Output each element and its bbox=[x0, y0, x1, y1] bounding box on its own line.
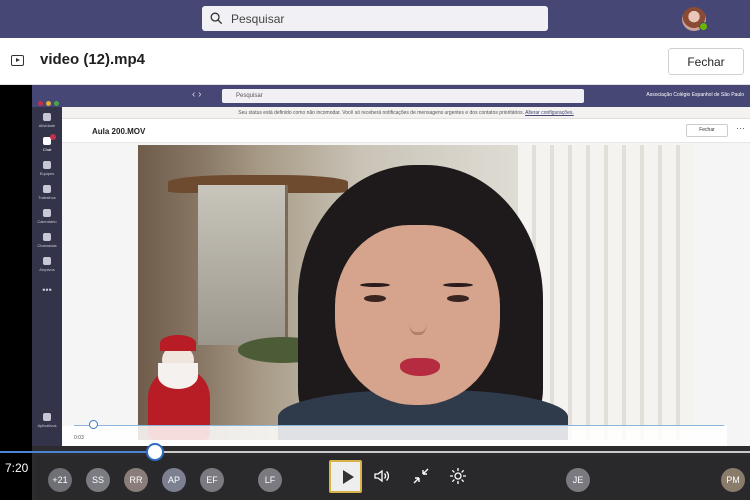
inner-top-bar: ‹ › Pesquisar Associação Colégio Espanho… bbox=[32, 85, 750, 107]
curtain bbox=[518, 145, 694, 440]
chip-label: AP bbox=[167, 475, 180, 485]
video-file-icon bbox=[11, 55, 24, 66]
video-frame-teams-screenshot: ‹ › Pesquisar Associação Colégio Espanho… bbox=[32, 85, 750, 500]
inner-progress-knob bbox=[89, 420, 98, 429]
inner-time: 0:03 bbox=[74, 435, 84, 441]
inner-app-rail: Atividade Chat Equipes Trabalhos Calendá… bbox=[32, 107, 62, 500]
rail-activity: Atividade bbox=[32, 113, 62, 128]
participant-overflow-chip: +21 bbox=[48, 468, 72, 492]
rail-chat: Chat bbox=[32, 134, 62, 152]
rail-label: Chat bbox=[42, 147, 52, 152]
rail-label: Calendário bbox=[37, 219, 57, 224]
inner-close-button: Fechar bbox=[686, 124, 728, 137]
assignments-icon bbox=[43, 185, 51, 193]
video-player[interactable]: ‹ › Pesquisar Associação Colégio Espanho… bbox=[0, 85, 750, 500]
mouth bbox=[400, 358, 440, 376]
play-button[interactable] bbox=[329, 460, 362, 493]
chip-label: EF bbox=[206, 475, 218, 485]
files-icon bbox=[43, 257, 51, 265]
rail-label: Arquivos bbox=[39, 267, 55, 272]
rail-label: Equipes bbox=[39, 171, 55, 176]
chip-label: RR bbox=[129, 475, 143, 485]
chip-label: SS bbox=[91, 475, 104, 485]
inner-status-notice: Seu status está definido como não incomo… bbox=[62, 107, 750, 119]
search-bar[interactable]: Pesquisar bbox=[202, 6, 548, 31]
participant-chip: RR bbox=[124, 468, 148, 492]
settings-gear-icon[interactable] bbox=[448, 466, 468, 486]
chip-label: PM bbox=[726, 475, 740, 485]
eye bbox=[447, 295, 469, 302]
seek-bar[interactable] bbox=[0, 443, 750, 461]
rail-label: Aplicativos bbox=[37, 423, 57, 428]
inner-progress-bar bbox=[74, 425, 724, 426]
participant-chip: JE bbox=[566, 468, 590, 492]
top-bar: Pesquisar bbox=[0, 0, 750, 38]
nose bbox=[409, 305, 427, 335]
search-icon bbox=[210, 12, 223, 25]
eyebrow bbox=[360, 283, 390, 287]
notification-badge bbox=[50, 134, 56, 140]
more-options-icon: ··· bbox=[736, 123, 745, 133]
inner-org-name: Associação Colégio Espanhol de São Paulo bbox=[646, 92, 744, 98]
rail-files: Arquivos bbox=[32, 257, 62, 272]
window-dots-icon bbox=[38, 93, 68, 106]
chip-label: LF bbox=[264, 475, 276, 485]
chip-label: +21 bbox=[52, 475, 68, 485]
search-placeholder: Pesquisar bbox=[231, 11, 285, 26]
video-frame-image bbox=[138, 145, 694, 440]
apps-icon bbox=[43, 413, 51, 421]
rail-label: Atividade bbox=[38, 123, 56, 128]
rail-assignments: Trabalhos bbox=[32, 185, 62, 200]
exit-fullscreen-icon[interactable] bbox=[411, 466, 431, 486]
rail-teams: Equipes bbox=[32, 161, 62, 176]
calendar-icon bbox=[43, 209, 51, 217]
chip-label: JE bbox=[572, 475, 584, 485]
file-title: video (12).mp4 bbox=[40, 51, 146, 68]
eye bbox=[364, 295, 386, 302]
eyebrow bbox=[443, 283, 473, 287]
notice-text: Seu status está definido como não incomo… bbox=[238, 110, 524, 116]
inner-player-controls bbox=[62, 426, 727, 446]
file-header: video (12).mp4 Fechar bbox=[0, 38, 750, 85]
inner-file-header: Aula 200.MOV Fechar ··· bbox=[62, 119, 750, 143]
inner-search: Pesquisar bbox=[222, 89, 584, 103]
participant-chip: AP bbox=[162, 468, 186, 492]
rail-label: Trabalhos bbox=[38, 195, 56, 200]
video-letterbox bbox=[0, 85, 32, 500]
presence-available-icon bbox=[699, 22, 708, 31]
current-time: 7:20 bbox=[5, 461, 29, 475]
rail-apps: Aplicativos bbox=[32, 413, 62, 428]
more-icon: ••• bbox=[42, 285, 52, 295]
close-button[interactable]: Fechar bbox=[668, 48, 744, 75]
inner-nav-arrows-icon: ‹ › bbox=[192, 89, 202, 100]
volume-icon[interactable] bbox=[372, 466, 392, 486]
participant-chip: EF bbox=[200, 468, 224, 492]
notice-link: Alterar configurações. bbox=[525, 110, 574, 116]
participant-chip: SS bbox=[86, 468, 110, 492]
rail-calendar: Calendário bbox=[32, 209, 62, 224]
rail-label: Chamadas bbox=[37, 243, 57, 248]
phone-icon bbox=[43, 233, 51, 241]
inner-file-title: Aula 200.MOV bbox=[92, 127, 146, 136]
bell-icon bbox=[43, 113, 51, 121]
teams-icon bbox=[43, 161, 51, 169]
rail-calls: Chamadas bbox=[32, 233, 62, 248]
participant-chip: LF bbox=[258, 468, 282, 492]
seek-progress bbox=[0, 451, 156, 453]
participant-chip: PM bbox=[721, 468, 745, 492]
